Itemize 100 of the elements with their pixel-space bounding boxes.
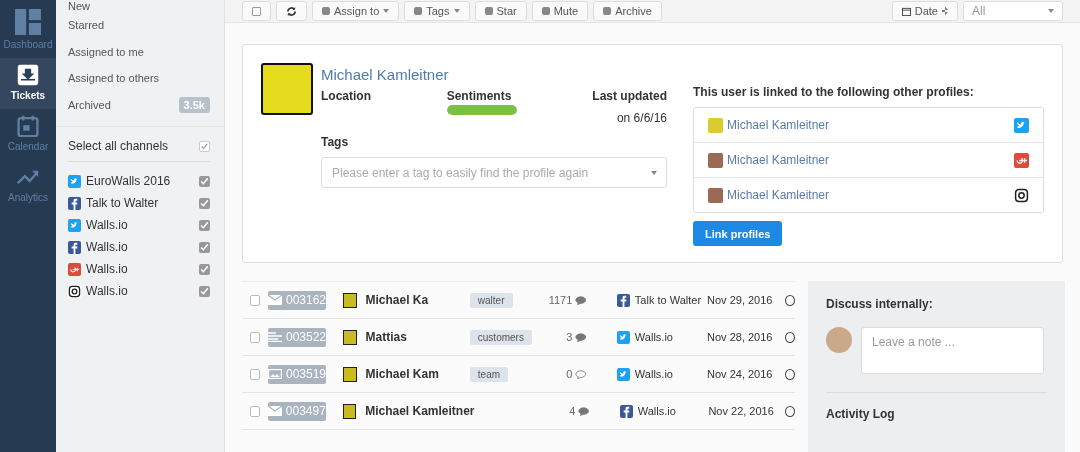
checkbox[interactable] <box>199 263 210 275</box>
facebook-icon <box>616 293 630 307</box>
checkbox[interactable] <box>199 241 210 253</box>
avatar-placeholder <box>343 292 357 308</box>
note-field[interactable]: Leave a note ... <box>861 327 1044 374</box>
checkbox[interactable] <box>250 405 260 417</box>
instagram-icon <box>1014 187 1029 203</box>
avatar-placeholder <box>708 117 723 133</box>
avatar-placeholder <box>342 403 357 419</box>
contact-name: Mattias <box>365 330 408 344</box>
avatar-placeholder <box>343 329 357 345</box>
count-badge: 3.5k <box>178 97 210 114</box>
comment-count: 0 <box>565 368 573 380</box>
channel-label: Walls.io <box>634 331 673 343</box>
gplus-icon <box>68 262 81 276</box>
view-label: Assigned to others <box>68 72 160 85</box>
ticket-date: Nov 22, 2016 <box>708 405 775 417</box>
avatar-placeholder <box>261 63 313 115</box>
avatar-placeholder <box>826 327 852 353</box>
tag: walter <box>469 292 513 308</box>
calendar-icon <box>15 115 41 137</box>
nav-item[interactable]: Tickets <box>0 58 56 109</box>
ticket-id: 003522 <box>267 327 326 347</box>
ticket-id: 003497 <box>267 401 326 421</box>
linked-heading: This user is linked to the following other profiles: <box>693 85 975 99</box>
profile-link[interactable]: Michael Kamleitner <box>727 118 1010 132</box>
link-profiles-button[interactable]: Link profiles <box>693 221 783 246</box>
updated-label: Last updated <box>592 89 667 103</box>
tag: team <box>469 366 509 382</box>
channel-label: Walls.io <box>86 218 129 233</box>
checkbox[interactable] <box>199 197 210 209</box>
ticket-row[interactable]: 003497 Michael Kamleitner 4 Walls.io Nov 22, 2016 <box>242 393 795 430</box>
select-checkbox[interactable] <box>242 1 271 21</box>
ticket-id: 003519 <box>267 364 326 384</box>
ticket-row[interactable]: 003519 Michael Kam team 0 Walls.io Nov 24, 2016 <box>242 356 795 393</box>
sidebar-item[interactable]: Assigned to others <box>68 65 210 92</box>
refresh-icon <box>286 5 297 17</box>
tags-button[interactable]: Tags <box>404 1 470 21</box>
tags-label: Tags <box>321 135 350 149</box>
refresh-button[interactable] <box>276 1 307 21</box>
profile-link[interactable]: Michael Kamleitner <box>727 153 1010 167</box>
checkbox[interactable] <box>250 368 260 380</box>
envelope-icon <box>267 295 282 305</box>
image-icon <box>267 369 282 379</box>
avatar-placeholder <box>708 187 723 203</box>
sidebar-item[interactable]: Archived 3.5k <box>68 91 210 119</box>
checkbox[interactable] <box>199 140 210 152</box>
avatar-placeholder <box>708 152 723 168</box>
view-label: Assigned to me <box>68 45 144 58</box>
channel-label: Walls.io <box>86 284 129 299</box>
profile-name[interactable]: Michael Kamleitner <box>321 66 667 83</box>
checkbox[interactable] <box>199 285 210 297</box>
archive-button[interactable]: Archive <box>593 1 662 21</box>
facebook-icon <box>68 240 81 254</box>
channel-label: Talk to Walter <box>634 294 702 306</box>
caret-icon <box>651 171 657 175</box>
facebook-icon <box>619 404 633 418</box>
view-label: Starred <box>68 19 105 32</box>
contact-name: Michael Kamleitner <box>365 404 475 418</box>
mute-button[interactable]: Mute <box>531 1 589 21</box>
checkbox[interactable] <box>199 219 210 231</box>
envelope-icon <box>267 406 282 416</box>
activity-log-heading: Activity Log <box>826 407 896 421</box>
ticket-date: Nov 24, 2016 <box>707 368 774 380</box>
ticket-date: Nov 28, 2016 <box>707 331 774 343</box>
updated-date: on 6/6/16 <box>616 111 667 125</box>
channel-label: Walls.io <box>86 240 129 255</box>
channel-label: Talk to Walter <box>86 196 160 211</box>
twitter-icon <box>616 330 630 344</box>
ticket-row[interactable]: 003162 Michael Ka walter 1171 Talk to Walter Nov 29, 2016 <box>242 282 795 319</box>
profile-link[interactable]: Michael Kamleitner <box>727 188 1010 202</box>
select-all-label: Select all channels <box>68 139 169 154</box>
checkbox[interactable] <box>250 294 260 306</box>
assign-button[interactable]: Assign to <box>312 1 400 21</box>
avatar-placeholder <box>343 366 357 382</box>
sentiment-label: Sentiments <box>446 89 513 103</box>
ticket-id: 003162 <box>267 290 326 310</box>
discussion-heading: Discuss internally: <box>826 297 934 311</box>
checkbox[interactable] <box>199 175 210 187</box>
channel-label: Walls.io <box>86 262 129 277</box>
dashboard-icon <box>15 9 41 35</box>
ticket-row[interactable]: 003522 Mattias customers 3 Walls.io Nov 28, 2016 <box>242 319 795 356</box>
ticket-date: Nov 29, 2016 <box>707 294 774 306</box>
star-button[interactable]: Star <box>474 1 527 21</box>
channel-label: Walls.io <box>637 405 676 417</box>
text-lines-icon <box>267 332 282 342</box>
channel-label: EuroWalls 2016 <box>86 174 172 189</box>
sort-button[interactable]: Date <box>891 1 958 21</box>
sidebar-item[interactable]: Assigned to me <box>68 38 210 66</box>
twitter-icon <box>1014 117 1029 133</box>
contact-name: Michael Ka <box>365 293 430 307</box>
twitter-icon <box>68 218 81 232</box>
tags-field[interactable]: Please enter a tag to easily find the profile again <box>321 157 667 188</box>
sidebar-item[interactable]: Starred <box>68 12 210 39</box>
checkbox[interactable] <box>250 331 260 343</box>
calendar-icon <box>901 6 911 16</box>
facebook-icon <box>68 196 81 210</box>
tag: customers <box>469 329 532 345</box>
instagram-icon <box>68 284 81 298</box>
sidebar-item[interactable]: New <box>68 0 210 12</box>
